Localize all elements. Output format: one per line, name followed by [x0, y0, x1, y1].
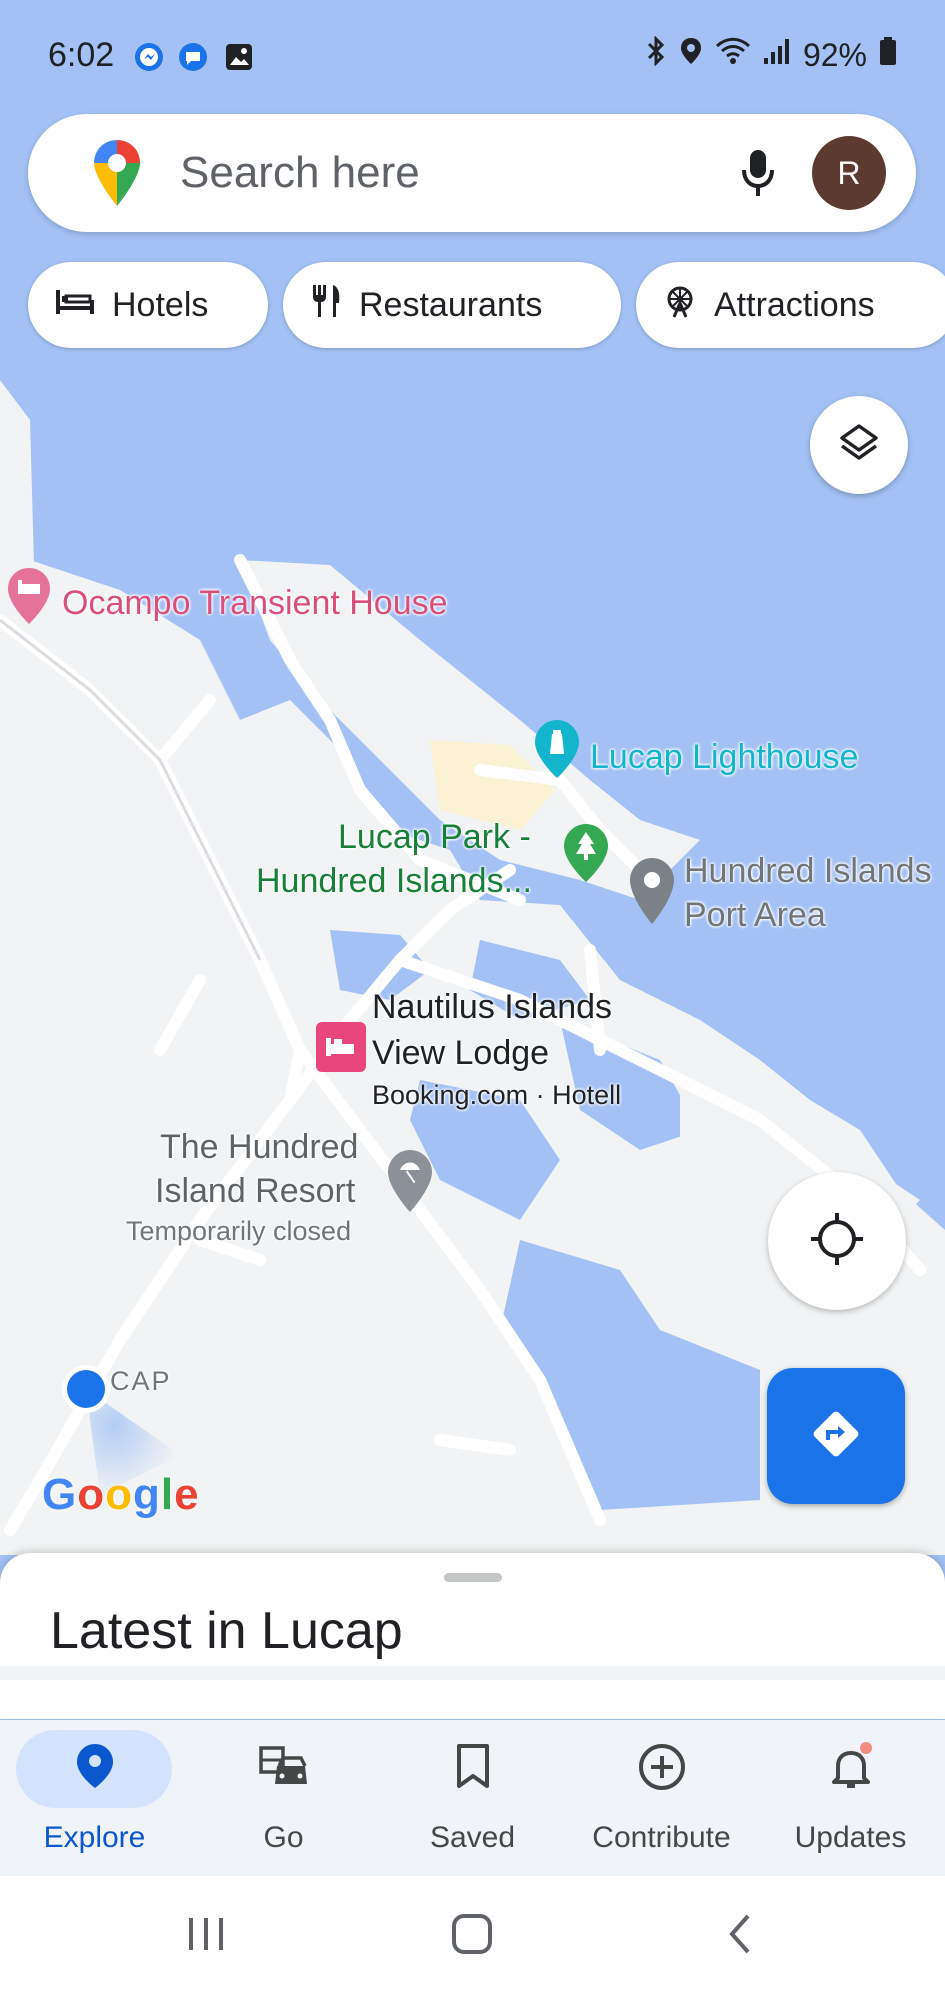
layers-button[interactable]	[810, 396, 908, 494]
place-label-resort-line2[interactable]: Island Resort	[155, 1172, 355, 1211]
nav-label: Explore	[43, 1821, 146, 1854]
nav-saved[interactable]: Saved	[378, 1720, 567, 1876]
drag-handle[interactable]	[444, 1573, 502, 1582]
microphone-icon[interactable]	[728, 142, 788, 207]
avatar[interactable]: R	[812, 136, 886, 210]
fork-knife-icon	[309, 283, 343, 328]
google-logo: Google	[42, 1470, 200, 1519]
google-maps-logo-icon	[92, 138, 142, 213]
bookmark-icon	[453, 1742, 493, 1795]
bottom-sheet[interactable]: Latest in Lucap	[0, 1553, 945, 1719]
chip-attractions[interactable]: Attractions	[636, 262, 945, 348]
place-label-ocampo[interactable]: Ocampo Transient House	[62, 584, 448, 623]
lodging-pin-icon[interactable]	[6, 566, 52, 631]
place-pin-icon[interactable]	[628, 856, 676, 931]
hotel-marker-icon[interactable]	[316, 1022, 366, 1077]
lighthouse-pin-icon[interactable]	[533, 718, 581, 785]
recents-icon[interactable]	[186, 1914, 226, 1959]
chat-bubble-icon	[178, 42, 208, 72]
bluetooth-icon	[645, 35, 667, 74]
sheet-title: Latest in Lucap	[50, 1602, 403, 1660]
nav-go[interactable]: Go	[189, 1720, 378, 1876]
gallery-icon	[224, 42, 254, 72]
explore-pin-icon	[75, 1742, 115, 1795]
nav-label: Go	[263, 1821, 304, 1854]
nav-explore[interactable]: Explore	[0, 1720, 189, 1876]
place-label-port-line2[interactable]: Port Area	[684, 896, 826, 935]
system-navigation-bar	[0, 1876, 945, 1994]
ferris-wheel-icon	[662, 283, 698, 328]
directions-icon	[808, 1406, 864, 1467]
map-base	[0, 0, 945, 1555]
place-label-park-line2[interactable]: Hundred Islands...	[256, 862, 532, 901]
place-label-park-line1[interactable]: Lucap Park -	[338, 818, 531, 857]
chip-restaurants[interactable]: Restaurants	[283, 262, 621, 348]
crosshair-icon	[809, 1211, 865, 1272]
place-label-port-line1[interactable]: Hundred Islands	[684, 852, 932, 891]
chip-hotels[interactable]: Hotels	[28, 262, 268, 348]
place-sub-resort: Temporarily closed	[126, 1216, 352, 1246]
location-icon	[679, 36, 703, 74]
place-sub-nautilus: Booking.com · Hotell	[372, 1080, 622, 1110]
place-label-resort-line1[interactable]: The Hundred	[160, 1128, 358, 1167]
chip-label: Attractions	[714, 285, 875, 324]
battery-percent: 92%	[802, 36, 867, 73]
messenger-icon	[134, 42, 164, 72]
park-pin-icon[interactable]	[562, 822, 610, 889]
nav-label: Saved	[429, 1821, 516, 1854]
search-bar[interactable]: Search here R	[28, 114, 916, 232]
status-bar: 6:02 92%	[0, 0, 945, 110]
search-input[interactable]: Search here	[180, 148, 420, 198]
chip-label: Hotels	[112, 285, 209, 324]
place-label-nautilus-line2[interactable]: View Lodge	[372, 1034, 549, 1073]
bell-icon	[826, 1742, 876, 1797]
area-label: CAP	[110, 1366, 172, 1396]
wifi-icon	[715, 36, 751, 74]
map-canvas[interactable]: Ocampo Transient House Lucap Lighthouse …	[0, 0, 945, 1555]
home-icon[interactable]	[450, 1912, 494, 1961]
status-time: 6:02	[48, 36, 115, 74]
nav-updates[interactable]: Updates	[756, 1720, 945, 1876]
nav-contribute[interactable]: Contribute	[567, 1720, 756, 1876]
sheet-divider	[0, 1666, 945, 1680]
commute-icon	[257, 1742, 311, 1795]
bed-icon	[54, 286, 96, 325]
chip-label: Restaurants	[359, 285, 543, 324]
add-circle-icon	[637, 1742, 687, 1797]
bottom-navigation: Explore Go Saved Contribute Updates	[0, 1720, 945, 1876]
back-icon[interactable]	[720, 1912, 760, 1961]
layers-icon	[838, 422, 880, 469]
beach-pin-icon[interactable]	[386, 1148, 434, 1219]
place-label-lighthouse[interactable]: Lucap Lighthouse	[590, 738, 858, 777]
nav-label: Updates	[794, 1821, 907, 1854]
battery-icon	[879, 36, 897, 74]
signal-icon	[763, 36, 791, 74]
directions-button[interactable]	[767, 1368, 905, 1504]
place-label-nautilus-line1[interactable]: Nautilus Islands	[372, 988, 612, 1027]
status-right: 92%	[645, 35, 897, 74]
my-location-button[interactable]	[768, 1172, 906, 1310]
nav-label: Contribute	[592, 1821, 731, 1854]
